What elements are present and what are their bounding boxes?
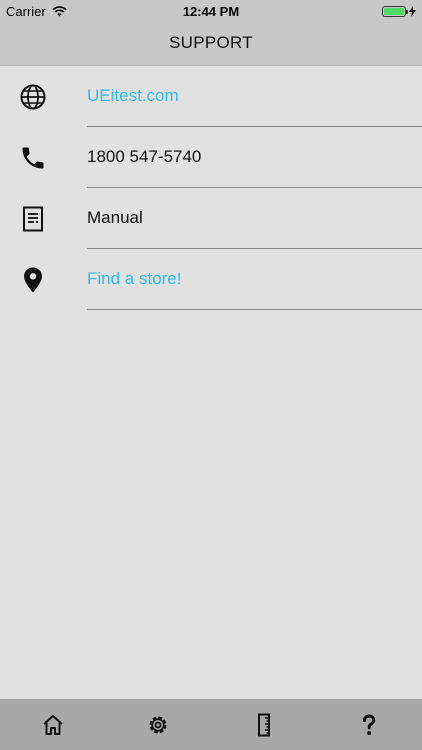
support-item-phone[interactable]: 1800 547-5740	[0, 127, 422, 188]
status-bar: Carrier 12:44 PM	[0, 0, 422, 22]
divider	[87, 309, 422, 310]
ruler-icon	[257, 713, 270, 736]
page-title: SUPPORT	[169, 33, 253, 52]
phone-icon	[22, 147, 44, 169]
charging-bolt-icon	[409, 5, 416, 17]
support-item-label[interactable]: Manual	[87, 208, 143, 228]
location-pin-icon	[24, 267, 42, 293]
support-item-label[interactable]: UEitest.com	[87, 86, 179, 106]
support-item-find-store[interactable]: Find a store!	[0, 249, 422, 310]
tab-help[interactable]	[339, 705, 399, 745]
wifi-icon	[52, 5, 67, 16]
document-icon	[23, 206, 43, 232]
support-list: UEitest.com 1800 547-5740 Manual Find a …	[0, 66, 422, 310]
question-icon	[363, 713, 376, 735]
tab-home[interactable]	[23, 705, 83, 745]
globe-icon	[20, 84, 46, 110]
carrier-label: Carrier	[6, 3, 46, 19]
gear-icon	[149, 716, 167, 733]
support-item-label[interactable]: 1800 547-5740	[87, 147, 201, 167]
support-item-manual[interactable]: Manual	[0, 188, 422, 249]
support-item-label[interactable]: Find a store!	[87, 269, 182, 289]
tab-ruler[interactable]	[234, 705, 294, 745]
home-icon	[43, 714, 63, 735]
support-item-website[interactable]: UEitest.com	[0, 66, 422, 127]
tab-bar	[0, 699, 422, 750]
battery-icon	[382, 5, 408, 17]
tab-settings[interactable]	[128, 705, 188, 745]
